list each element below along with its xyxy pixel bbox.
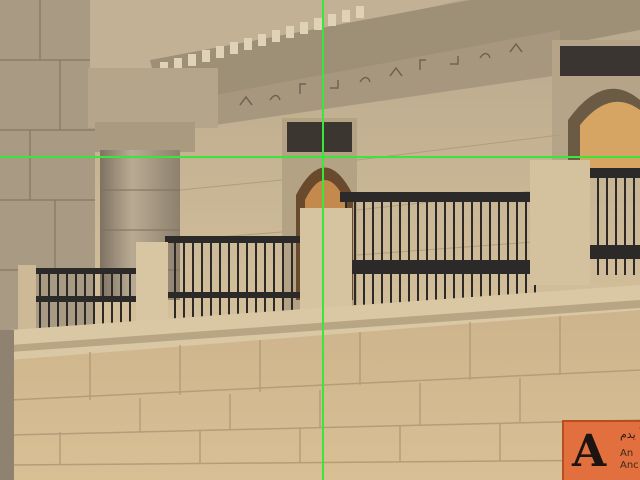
crosshair-vertical: [322, 0, 324, 480]
column-capital: [88, 68, 218, 128]
central-door-grille: [287, 122, 352, 152]
column-abacus: [95, 122, 195, 152]
bombsite-a-sign: A أ يدم An Anc: [562, 420, 640, 480]
crosshair-horizontal: [0, 156, 640, 158]
railing-center: [340, 195, 540, 305]
sign-sub-text-2: Anc: [620, 460, 639, 471]
sign-sub-text-1: An: [620, 448, 634, 459]
sign-letter: A: [572, 426, 607, 477]
post-2: [136, 242, 168, 332]
post-3: [300, 208, 352, 318]
left-shadow-strip: [0, 330, 14, 480]
railing-right: [585, 170, 640, 275]
post-4: [530, 160, 590, 285]
game-viewport[interactable]: A أ يدم An Anc: [0, 0, 640, 480]
sign-arabic-text: أ يدم: [620, 428, 640, 441]
right-window-grille: [560, 46, 640, 76]
game-scene: [0, 0, 640, 480]
